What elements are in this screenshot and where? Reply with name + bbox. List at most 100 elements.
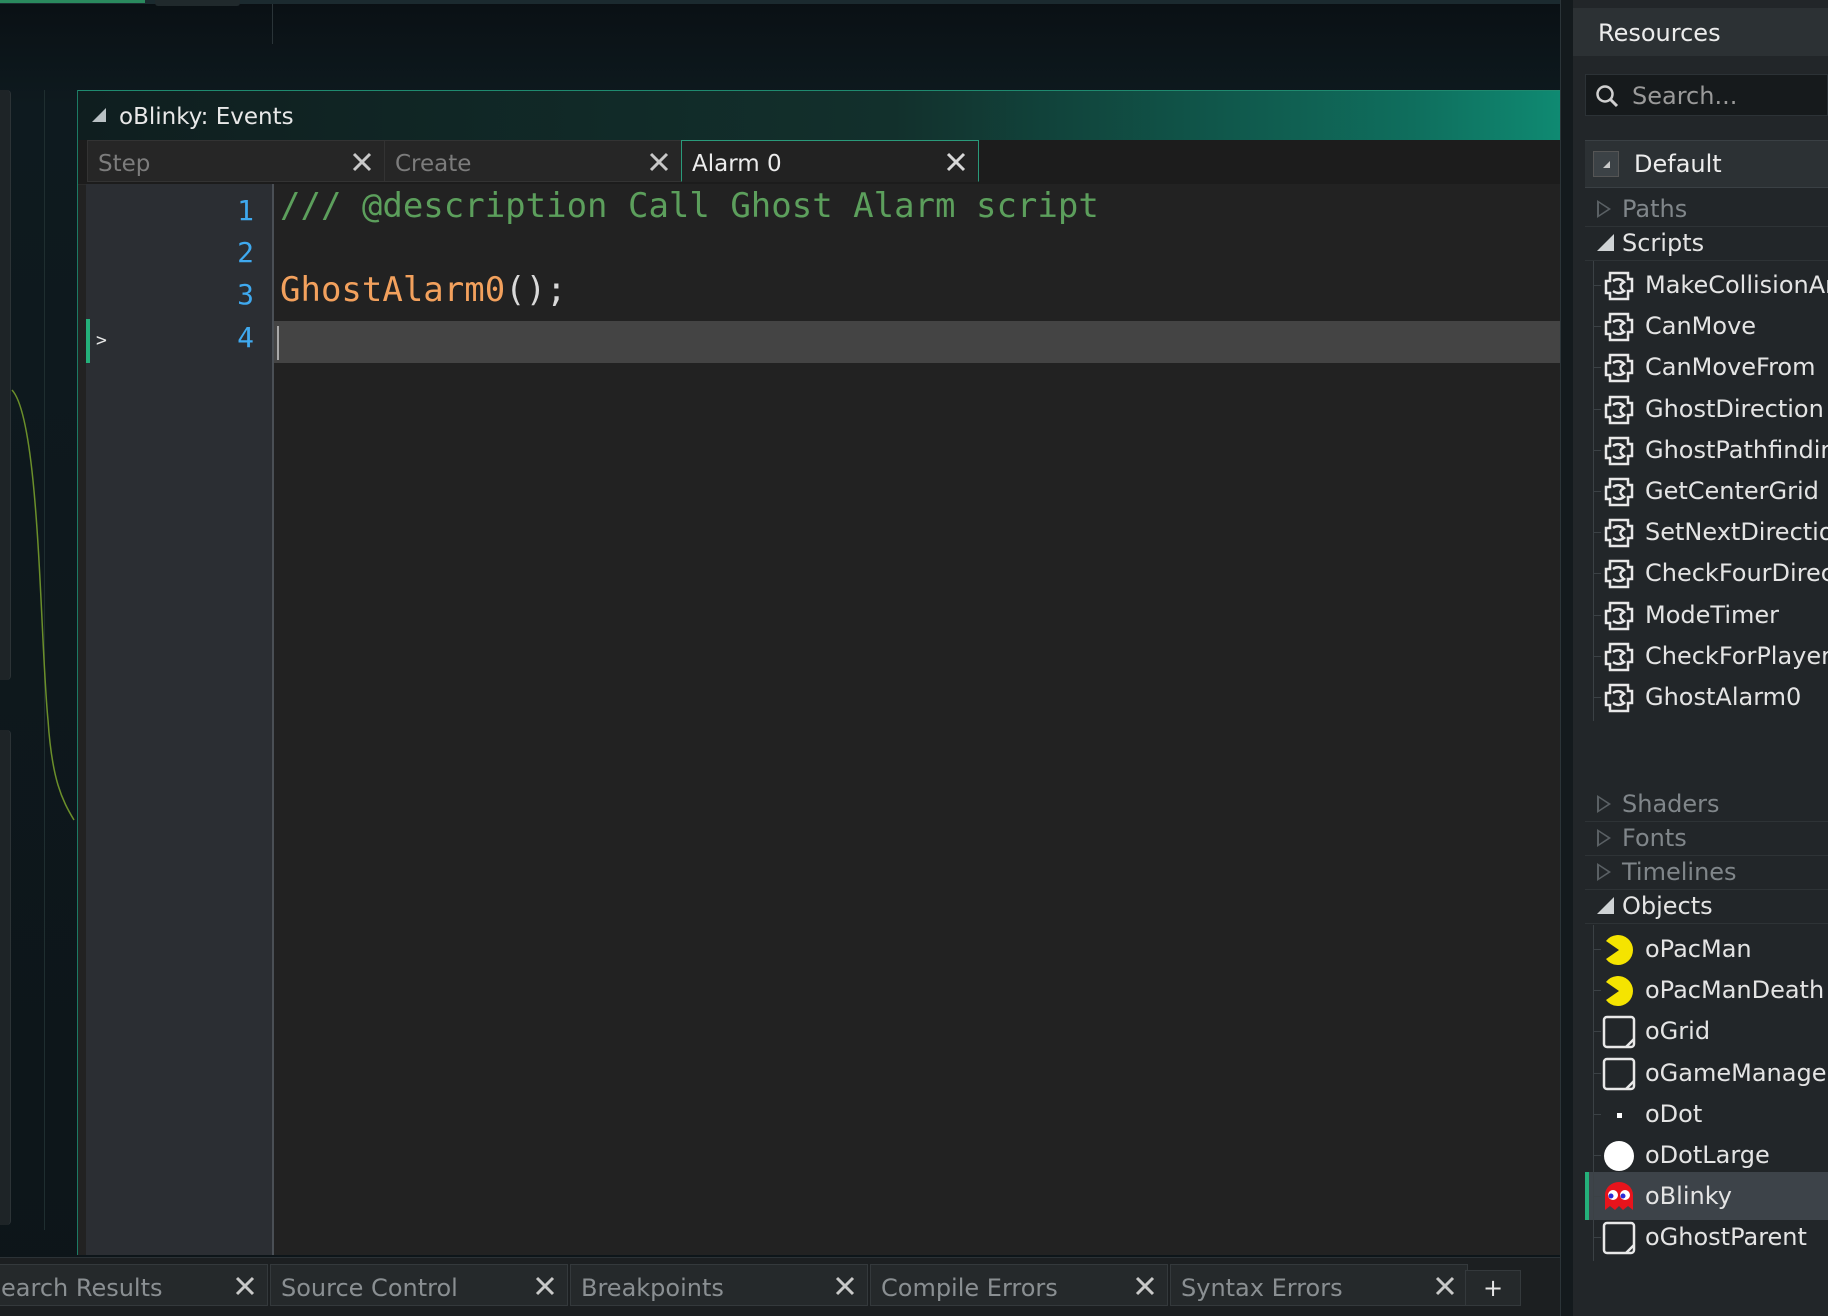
group-shaders[interactable]: Shaders <box>1585 787 1828 822</box>
tree-line <box>1593 326 1601 328</box>
current-line-marker <box>86 319 90 363</box>
tab-breakpoints[interactable]: Breakpoints <box>570 1264 868 1306</box>
tree-line <box>1593 1155 1601 1156</box>
tree-line <box>1593 573 1601 575</box>
output-tab-bar: earch Results Source Control Breakpoints… <box>0 1257 1560 1316</box>
fold-arrow-icon[interactable]: > <box>96 330 107 351</box>
resource-label: CheckFourDirect <box>1645 559 1828 588</box>
object-item[interactable]: oGhostParent <box>1585 1213 1828 1262</box>
tab-label: Syntax Errors <box>1181 1274 1343 1302</box>
script-icon <box>1602 516 1636 550</box>
resource-search-box[interactable] <box>1585 74 1828 116</box>
resource-view-default[interactable]: Default <box>1585 140 1828 188</box>
tab-label: Breakpoints <box>581 1274 724 1302</box>
resource-label: CheckForPlayerK <box>1645 641 1828 670</box>
collapse-icon[interactable] <box>92 108 106 122</box>
group-paths[interactable]: Paths <box>1585 192 1828 227</box>
expand-arrow-icon[interactable] <box>1597 200 1611 218</box>
line-number: 3 <box>237 278 254 311</box>
group-label: Timelines <box>1622 858 1737 886</box>
resource-label: oBlinky <box>1645 1182 1732 1211</box>
close-icon[interactable] <box>1433 1274 1457 1298</box>
collapse-all-icon[interactable] <box>1593 151 1619 177</box>
resource-label: CanMoveFrom <box>1645 353 1816 382</box>
tree-line <box>1593 1113 1601 1115</box>
line-number: 1 <box>237 194 254 227</box>
code-line-1[interactable]: /// @description Call Ghost Alarm script <box>280 186 1099 226</box>
workspace-tab[interactable] <box>155 0 240 6</box>
panel-splitter[interactable] <box>1560 0 1573 1316</box>
script-icon <box>1602 681 1636 715</box>
close-icon[interactable] <box>647 150 671 174</box>
tab-search-results[interactable]: earch Results <box>0 1264 268 1306</box>
current-line-highlight <box>274 321 1560 363</box>
text-cursor <box>277 326 279 360</box>
expand-arrow-icon[interactable] <box>1597 863 1611 881</box>
resource-label: CanMove <box>1645 312 1757 341</box>
script-icon <box>1602 557 1636 591</box>
tree-line <box>1593 655 1601 657</box>
code-editor[interactable]: > 1 2 3 4 /// @description Call Ghost Al… <box>86 184 1560 1255</box>
group-fonts[interactable]: Fonts <box>1585 821 1828 856</box>
close-icon[interactable] <box>350 150 374 174</box>
tab-label: Create <box>395 151 472 177</box>
tab-label: Compile Errors <box>881 1274 1058 1302</box>
resource-label: GhostAlarm0 <box>1645 683 1802 711</box>
code-comment: /// @description Call Ghost Alarm script <box>280 186 1099 226</box>
resource-label: oGhostParent <box>1645 1223 1807 1252</box>
tab-step[interactable]: Step <box>87 140 385 182</box>
script-icon <box>1602 310 1636 344</box>
resource-label: MakeCollisionArr <box>1645 271 1828 299</box>
close-icon[interactable] <box>533 1274 557 1298</box>
workspace: oBlinky: Events Step Create Alarm 0 > 1 … <box>0 0 1560 1316</box>
resources-header: Resources <box>1573 8 1828 56</box>
line-number: 4 <box>237 321 254 354</box>
tree-line <box>1593 1237 1601 1239</box>
group-objects[interactable]: Objects <box>1585 889 1828 924</box>
tab-alarm-0[interactable]: Alarm 0 <box>681 140 979 182</box>
tree-line <box>1593 990 1601 992</box>
event-editor-window[interactable]: oBlinky: Events Step Create Alarm 0 > 1 … <box>77 90 1560 1255</box>
event-editor-titlebar[interactable]: oBlinky: Events <box>78 90 1560 141</box>
resource-label: oPacMan <box>1645 935 1752 963</box>
close-icon[interactable] <box>833 1274 857 1298</box>
code-function-call: GhostAlarm0 <box>280 270 506 310</box>
expand-arrow-icon[interactable] <box>1597 829 1611 847</box>
resource-label: oPacManDeath <box>1645 976 1825 1005</box>
resource-label: oGrid <box>1645 1017 1711 1046</box>
tree-line <box>1593 1031 1601 1033</box>
script-icon <box>1602 393 1636 427</box>
search-icon <box>1596 85 1619 108</box>
search-input[interactable] <box>1630 79 1824 113</box>
group-timelines[interactable]: Timelines <box>1585 855 1828 890</box>
tab-label: earch Results <box>1 1274 163 1302</box>
script-item[interactable]: GhostAlarm0 <box>1585 673 1828 721</box>
expand-arrow-icon[interactable] <box>1597 795 1611 813</box>
resource-label: oDotLarge <box>1645 1141 1770 1169</box>
tree-line <box>1593 949 1601 950</box>
resource-label: oGameManager <box>1645 1058 1828 1087</box>
close-icon[interactable] <box>233 1274 257 1298</box>
add-tab-button[interactable]: + <box>1465 1270 1521 1306</box>
script-icon <box>1602 269 1636 303</box>
tab-source-control[interactable]: Source Control <box>270 1264 568 1306</box>
resources-title: Resources <box>1598 19 1721 47</box>
collapse-arrow-icon[interactable] <box>1597 234 1614 251</box>
tab-compile-errors[interactable]: Compile Errors <box>870 1264 1168 1306</box>
close-icon[interactable] <box>944 150 968 174</box>
collapse-arrow-icon[interactable] <box>1597 897 1614 914</box>
tab-syntax-errors[interactable]: Syntax Errors <box>1170 1264 1468 1306</box>
tree-line <box>1593 285 1601 286</box>
group-label: Scripts <box>1622 229 1705 257</box>
ghost-icon <box>1602 1180 1636 1214</box>
group-scripts[interactable]: Scripts <box>1585 226 1828 261</box>
tree-line <box>1593 491 1601 492</box>
tab-label: Step <box>98 151 151 177</box>
group-label: Paths <box>1622 195 1688 223</box>
tab-create[interactable]: Create <box>384 140 682 182</box>
close-icon[interactable] <box>1133 1274 1157 1298</box>
empty-sprite-icon <box>1602 1015 1636 1049</box>
code-line-3[interactable]: GhostAlarm0(); <box>280 270 567 310</box>
workspace-tab-indicator[interactable] <box>0 0 145 3</box>
resource-view-label: Default <box>1634 150 1722 178</box>
